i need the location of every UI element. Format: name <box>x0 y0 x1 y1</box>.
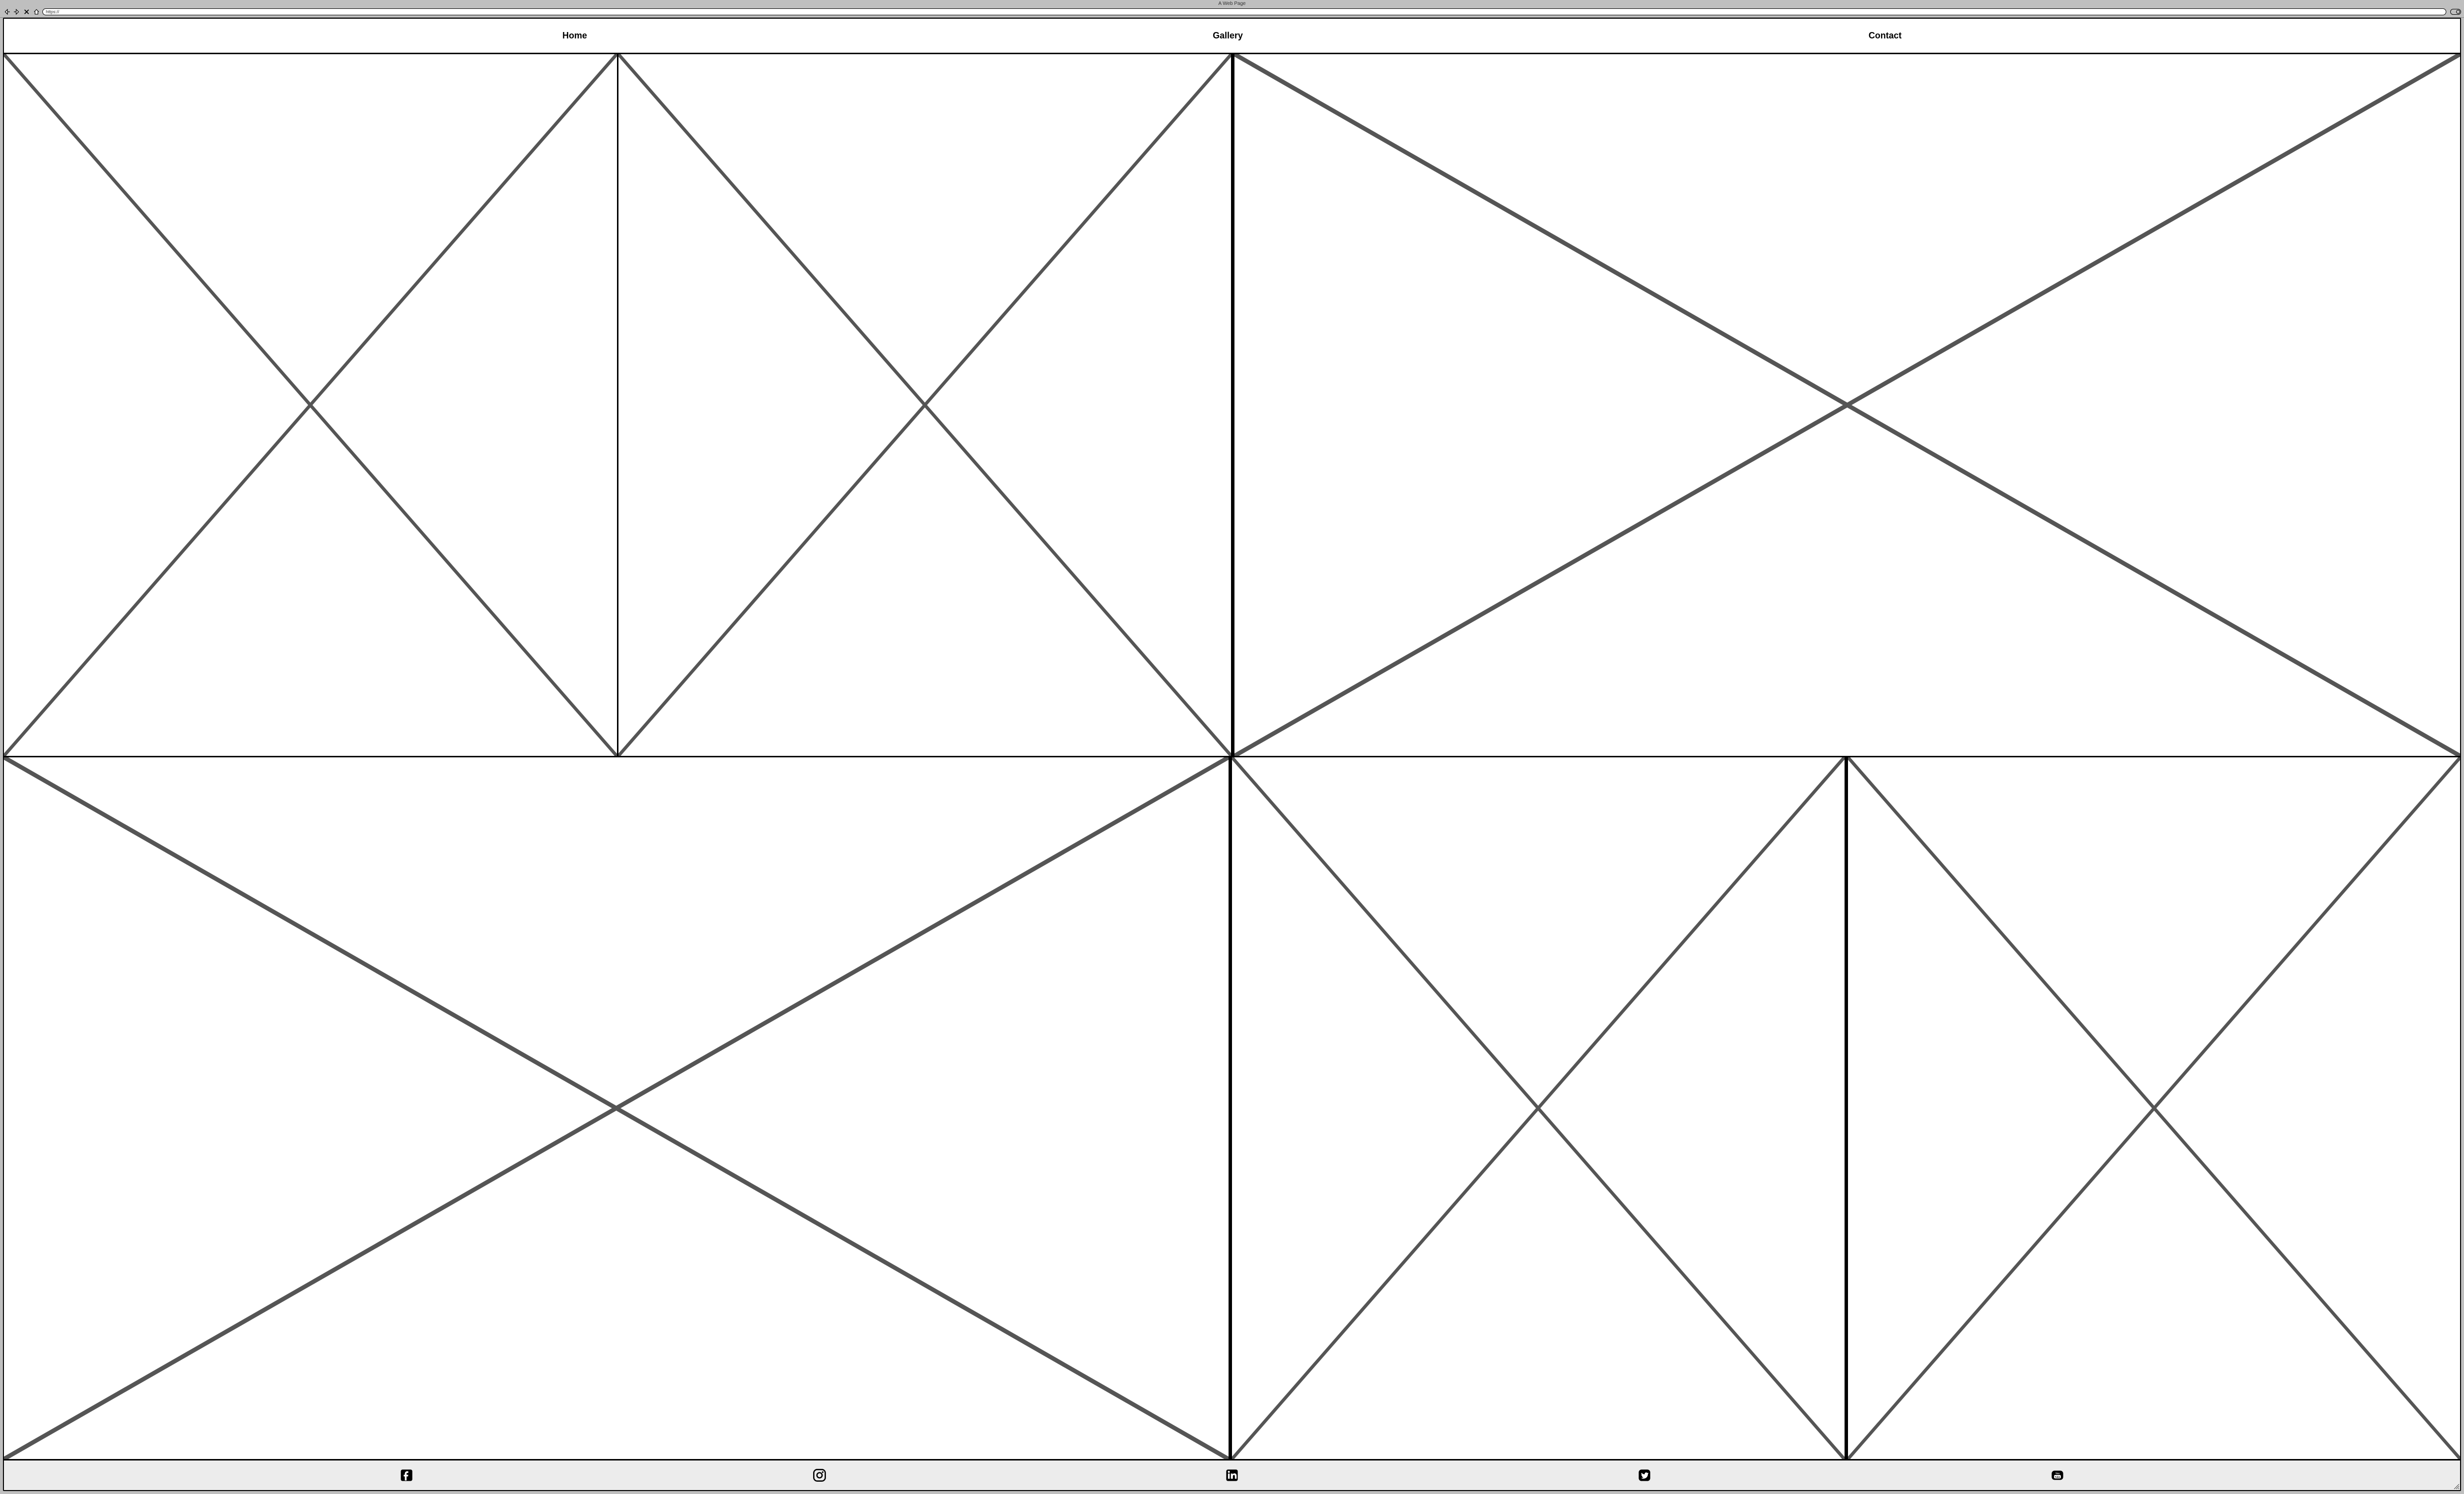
forward-button[interactable] <box>13 8 21 15</box>
stop-button[interactable] <box>23 8 31 15</box>
footer: YouTube <box>4 1459 2460 1490</box>
gallery-row-1 <box>4 54 2460 757</box>
facebook-icon <box>400 1468 413 1482</box>
facebook-link[interactable] <box>400 1468 413 1482</box>
svg-text:Tube: Tube <box>2054 1476 2060 1479</box>
stop-x-icon <box>23 8 30 15</box>
back-button[interactable] <box>3 8 11 15</box>
svg-text:You: You <box>2055 1472 2059 1475</box>
linkedin-icon <box>1225 1468 1239 1482</box>
browser-toolbar: https:// <box>0 7 2464 17</box>
placeholder-x-icon <box>1232 757 1845 1459</box>
page-viewport: Home Gallery Contact <box>3 18 2461 1491</box>
image-placeholder[interactable] <box>4 757 1230 1459</box>
home-icon <box>33 8 40 15</box>
nav-gallery[interactable]: Gallery <box>1213 31 1243 41</box>
twitter-icon <box>1638 1468 1651 1482</box>
instagram-icon <box>813 1468 826 1482</box>
placeholder-x-icon <box>618 54 1232 756</box>
instagram-link[interactable] <box>813 1468 826 1482</box>
browser-chrome: A Web Page https:// <box>0 0 2464 18</box>
gallery-row-2 <box>4 757 2460 1459</box>
image-placeholder[interactable] <box>1846 757 2461 1459</box>
placeholder-x-icon <box>4 54 617 756</box>
window-title: A Web Page <box>0 0 2464 7</box>
main-nav: Home Gallery Contact <box>4 19 2460 54</box>
gallery-grid <box>4 54 2460 1459</box>
nav-contact[interactable]: Contact <box>1869 31 1902 41</box>
image-placeholder[interactable] <box>1230 757 1846 1459</box>
placeholder-x-icon <box>1848 757 2461 1459</box>
home-button[interactable] <box>33 8 40 15</box>
image-placeholder[interactable] <box>4 54 618 756</box>
image-placeholder[interactable] <box>618 54 1233 756</box>
image-placeholder[interactable] <box>1232 54 2460 756</box>
twitter-link[interactable] <box>1638 1468 1651 1482</box>
linkedin-link[interactable] <box>1225 1468 1239 1482</box>
loading-indicator <box>2450 9 2461 15</box>
url-input[interactable]: https:// <box>42 8 2446 15</box>
forward-arrow-icon <box>13 8 20 15</box>
placeholder-x-icon <box>1234 54 2460 756</box>
resize-grip-icon <box>2453 1483 2459 1489</box>
back-arrow-icon <box>3 8 10 15</box>
placeholder-x-icon <box>4 757 1229 1459</box>
youtube-icon: YouTube <box>2051 1468 2064 1482</box>
nav-home[interactable]: Home <box>562 31 587 41</box>
youtube-link[interactable]: YouTube <box>2051 1468 2064 1482</box>
